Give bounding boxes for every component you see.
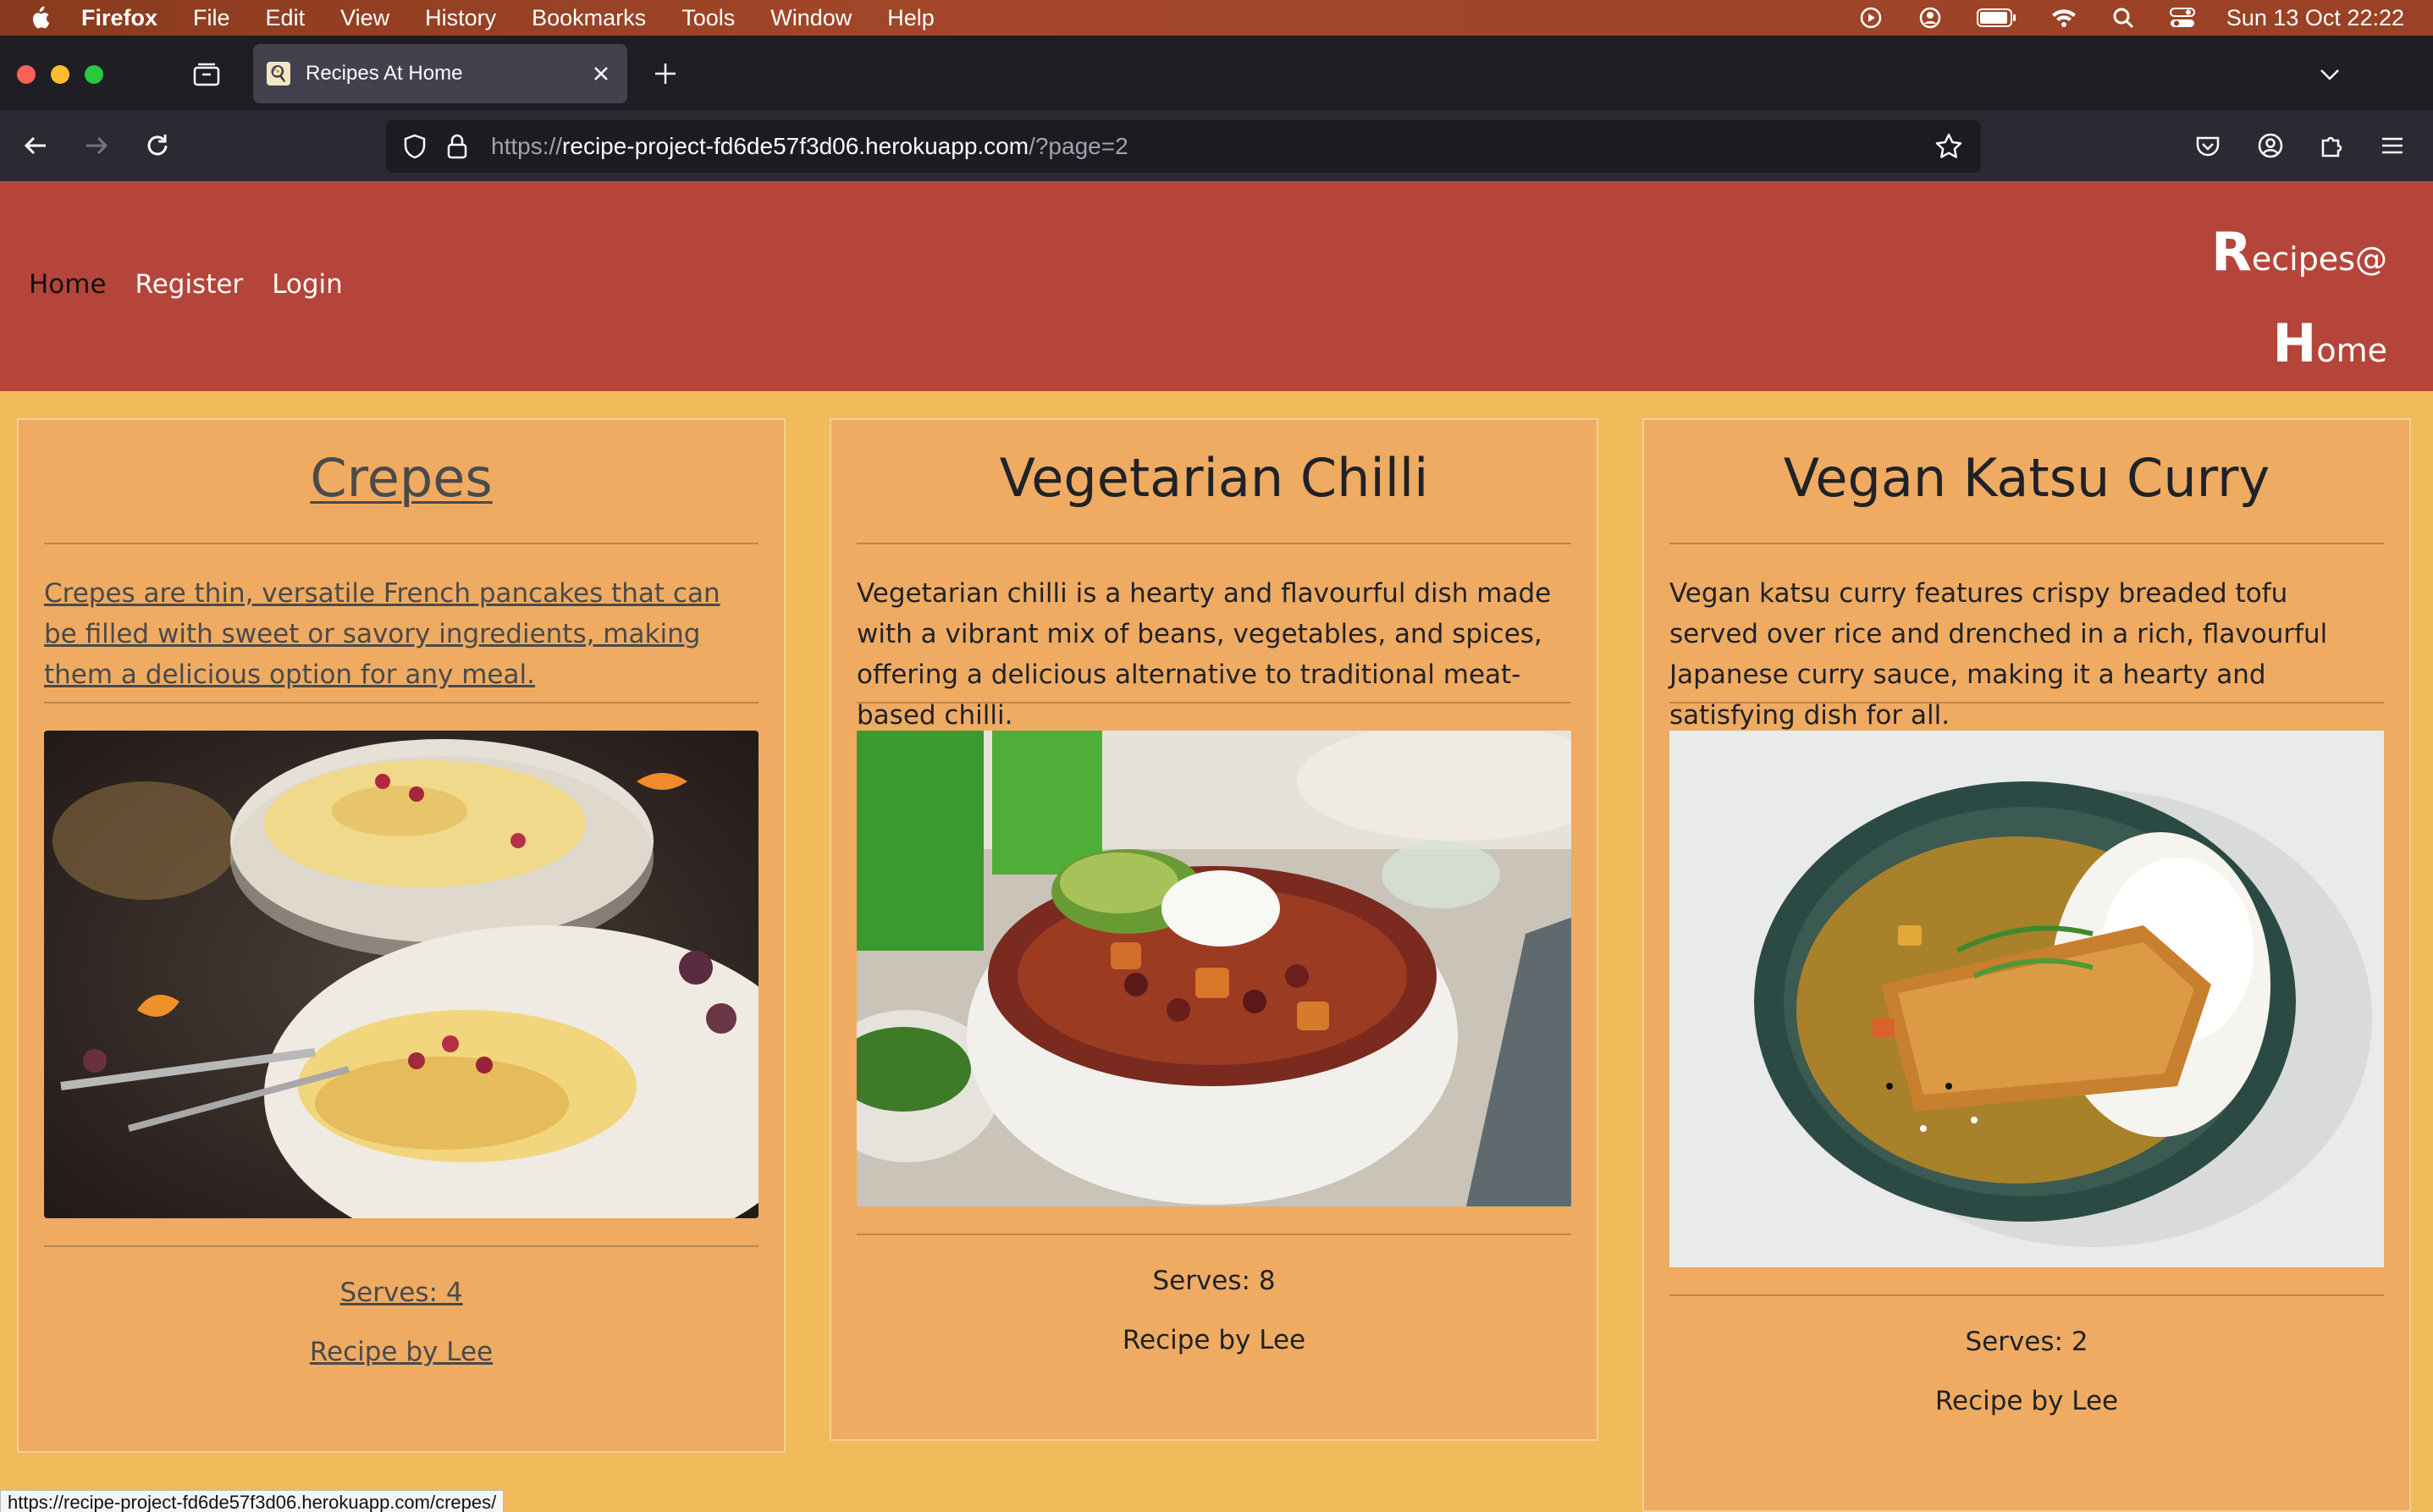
site-header: Home Register Login Recipes@ Home [0, 181, 2433, 391]
now-playing-icon[interactable] [1857, 5, 1884, 30]
recipe-description: Vegetarian chilli is a hearty and flavou… [857, 578, 1552, 731]
menu-edit[interactable]: Edit [266, 5, 306, 31]
recipe-favicon-icon: 🍳 [267, 62, 290, 86]
menu-bookmarks[interactable]: Bookmarks [532, 5, 646, 31]
user-account-icon[interactable] [1917, 5, 1944, 30]
divider [1669, 543, 2384, 544]
menu-view[interactable]: View [340, 5, 389, 31]
recipe-title[interactable]: Vegetarian Chilli [831, 447, 1597, 509]
back-arrow-icon[interactable] [19, 129, 52, 163]
menu-history[interactable]: History [425, 5, 496, 31]
menu-file[interactable]: File [193, 5, 230, 31]
account-icon[interactable] [2254, 129, 2287, 163]
brand-initial-h: H [2272, 312, 2317, 374]
menu-tools[interactable]: Tools [681, 5, 735, 31]
recipe-image-vegan-katsu-curry[interactable] [1669, 731, 2384, 1267]
link-status-bar: https://recipe-project-fd6de57f3d06.hero… [0, 1490, 505, 1512]
url-text[interactable]: https://recipe-project-fd6de57f3d06.hero… [491, 120, 1128, 173]
apple-logo-icon[interactable] [27, 5, 52, 30]
recipe-serves: Serves: 2 [1965, 1327, 2088, 1357]
recipe-serves: Serves: 8 [1152, 1266, 1276, 1296]
nav-register-link[interactable]: Register [135, 269, 244, 300]
divider [857, 1233, 1571, 1235]
recipe-description: Vegan katsu curry features crispy breade… [1669, 578, 2328, 731]
browser-nav-bar: https://recipe-project-fd6de57f3d06.hero… [0, 110, 2433, 181]
new-tab-plus-icon[interactable] [650, 58, 681, 89]
recipe-serves[interactable]: Serves: 4 [19, 1277, 784, 1308]
menu-help[interactable]: Help [887, 5, 935, 31]
recipe-image-vegetarian-chilli[interactable] [857, 731, 1571, 1206]
divider [44, 702, 759, 704]
recipe-author: Recipe by Lee [1122, 1325, 1306, 1355]
firefox-view-icon[interactable] [192, 60, 221, 89]
macos-menu-bar: Firefox File Edit View History Bookmarks… [0, 0, 2433, 36]
address-bar[interactable]: https://recipe-project-fd6de57f3d06.hero… [386, 120, 1981, 173]
bookmark-star-icon[interactable] [1932, 130, 1966, 163]
nav-home-link[interactable]: Home [29, 269, 107, 300]
padlock-icon[interactable] [440, 130, 474, 163]
recipe-card-vegan-katsu-curry[interactable]: Vegan Katsu Curry Vegan katsu curry feat… [1642, 418, 2411, 1512]
recipe-description[interactable]: Crepes are thin, versatile French pancak… [19, 573, 784, 690]
brand-text-2: ome [2316, 332, 2387, 369]
recipe-card-vegetarian-chilli[interactable]: Vegetarian Chilli Vegetarian chilli is a… [830, 418, 1598, 1441]
divider [44, 543, 759, 544]
site-nav: Home Register Login [29, 269, 372, 300]
window-zoom-button[interactable] [85, 65, 103, 84]
brand-initial-r: R [2211, 221, 2252, 283]
forward-arrow-icon[interactable] [80, 129, 113, 163]
window-close-button[interactable] [17, 65, 36, 84]
recipe-author[interactable]: Recipe by Lee [19, 1337, 784, 1367]
tab-close-icon[interactable] [587, 59, 615, 88]
battery-icon[interactable] [1976, 5, 2018, 30]
wifi-icon[interactable] [2050, 5, 2077, 30]
menu-clock[interactable]: Sun 13 Oct 22:22 [2226, 5, 2404, 31]
control-center-icon[interactable] [2169, 5, 2196, 30]
spotlight-search-icon[interactable] [2110, 5, 2137, 30]
divider [44, 1245, 759, 1247]
tab-title: Recipes At Home [306, 62, 463, 85]
brand-text-1: ecipes@ [2251, 240, 2387, 278]
url-scheme: https:// [491, 133, 563, 159]
tracking-protection-shield-icon[interactable] [398, 130, 432, 163]
active-tab[interactable]: 🍳 Recipes At Home [253, 44, 627, 103]
recipe-card-crepes[interactable]: Crepes Crepes are thin, versatile French… [17, 418, 786, 1453]
browser-tab-strip: 🍳 Recipes At Home [0, 36, 2433, 110]
extensions-puzzle-icon[interactable] [2314, 129, 2348, 163]
recipe-title[interactable]: Crepes [19, 447, 784, 509]
brand-line-1: Recipes@ [2211, 208, 2387, 303]
pocket-icon[interactable] [2191, 129, 2225, 163]
hamburger-menu-icon[interactable] [2375, 129, 2409, 163]
site-brand-logo[interactable]: Recipes@ Home [2211, 208, 2387, 395]
menu-window[interactable]: Window [770, 5, 852, 31]
list-all-tabs-chevron-icon[interactable] [2314, 59, 2345, 90]
recipe-author: Recipe by Lee [1934, 1386, 2119, 1416]
menu-app-name[interactable]: Firefox [81, 5, 157, 31]
divider [857, 543, 1571, 544]
window-minimize-button[interactable] [51, 65, 69, 84]
recipe-title[interactable]: Vegan Katsu Curry [1644, 447, 2409, 509]
url-path: /?page=2 [1029, 133, 1128, 159]
brand-line-2: Home [2211, 300, 2387, 395]
nav-login-link[interactable]: Login [272, 269, 343, 300]
reload-icon[interactable] [141, 129, 174, 163]
url-host: recipe-project-fd6de57f3d06.herokuapp.co… [562, 133, 1029, 159]
divider [1669, 1294, 2384, 1296]
recipe-image-crepes[interactable] [44, 731, 759, 1218]
